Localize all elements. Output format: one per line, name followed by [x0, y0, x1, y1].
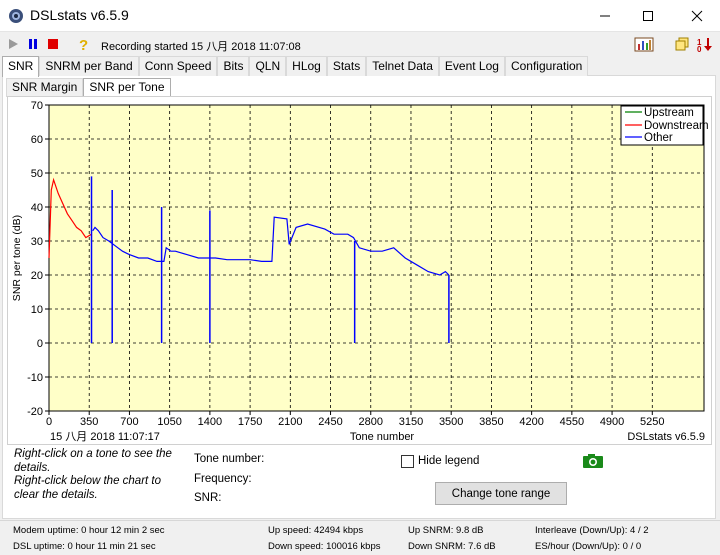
snr-label: SNR:	[194, 492, 222, 504]
tab-configuration[interactable]: Configuration	[504, 56, 589, 76]
x-tick-label: 1400	[198, 416, 222, 428]
main-tabs: SNR SNRM per Band Conn Speed Bits QLN HL…	[2, 56, 589, 77]
restore-icon[interactable]	[674, 36, 690, 52]
x-ticks: 0 350 700 1050 1400 1750 2100 2450 2800 3150 3500 3…	[46, 411, 665, 428]
x-tick-label: 4900	[600, 416, 624, 428]
hide-legend-checkbox[interactable]	[401, 455, 414, 468]
y-tick-label: 10	[31, 304, 43, 316]
minimize-icon	[600, 15, 610, 17]
legend: Upstream Downstream Other	[620, 105, 709, 146]
stop-icon[interactable]	[45, 36, 61, 52]
y-tick-label: 20	[31, 270, 43, 282]
y-tick-label: -20	[27, 406, 43, 418]
sub-tabs: SNR Margin SNR per Tone	[6, 78, 171, 98]
status-bar: Modem uptime: 0 hour 12 min 2 sec DSL up…	[0, 520, 720, 555]
close-button[interactable]	[674, 0, 720, 32]
tab-telnet-data[interactable]: Telnet Data	[366, 56, 439, 76]
x-tick-label: 350	[80, 416, 98, 428]
title-bar: DSLstats v6.5.9	[0, 0, 720, 32]
tab-bits[interactable]: Bits	[217, 56, 250, 76]
tone-number-label: Tone number:	[194, 453, 265, 465]
tab-conn-speed[interactable]: Conn Speed	[138, 56, 218, 76]
minimize-button[interactable]	[582, 0, 628, 32]
x-tick-label: 3500	[439, 416, 463, 428]
chart-icon[interactable]	[634, 36, 654, 52]
tab-snr-per-tone[interactable]: SNR per Tone	[83, 78, 171, 98]
legend-other: Other	[644, 132, 673, 144]
tab-event-log[interactable]: Event Log	[438, 56, 505, 76]
down-snrm: Down SNRM: 7.6 dB	[408, 541, 496, 552]
tab-snr-margin[interactable]: SNR Margin	[6, 78, 84, 97]
help-icon[interactable]: ?	[76, 36, 92, 52]
svg-text:0: 0	[697, 45, 702, 52]
legend-upstream: Upstream	[644, 107, 694, 119]
x-tick-label: 0	[46, 416, 52, 428]
y-tick-label: 30	[31, 236, 43, 248]
recording-status: Recording started 15 八月 2018 11:07:08	[101, 41, 301, 53]
sort-icon[interactable]: 10	[697, 36, 713, 52]
maximize-button[interactable]	[625, 0, 671, 32]
x-tick-label: 1750	[238, 416, 262, 428]
app-icon	[9, 9, 23, 23]
y-ticks: -20 -10 0 10 20 30 40 50 60 70	[27, 100, 49, 418]
chart-watermark: DSLstats v6.5.9	[627, 431, 705, 443]
tab-snr[interactable]: SNR	[2, 56, 40, 77]
svg-text:?: ?	[79, 37, 88, 52]
y-tick-label: 70	[31, 100, 43, 112]
x-tick-label: 3850	[479, 416, 503, 428]
snr-chart-container[interactable]: -20 -10 0 10 20 30 40 50 60 70 0 350 700 1050 1400 175…	[7, 96, 712, 445]
tab-hlog[interactable]: HLog	[286, 56, 327, 76]
hint-clear: Right-click below the chart to clear the…	[14, 475, 162, 501]
y-tick-label: -10	[27, 372, 43, 384]
close-icon	[691, 10, 703, 22]
change-tone-range-button[interactable]: Change tone range	[435, 482, 567, 505]
hint-tone: Right-click on a tone to see the details…	[14, 448, 172, 474]
y-axis-label: SNR per tone (dB)	[11, 215, 23, 301]
x-tick-label: 2800	[359, 416, 383, 428]
up-speed: Up speed: 42494 kbps	[268, 525, 364, 536]
legend-downstream: Downstream	[644, 120, 709, 132]
hide-legend-label[interactable]: Hide legend	[418, 455, 479, 467]
x-tick-label: 2450	[318, 416, 342, 428]
y-tick-label: 60	[31, 134, 43, 146]
play-icon[interactable]	[5, 36, 21, 52]
snr-chart[interactable]: -20 -10 0 10 20 30 40 50 60 70 0 350 700 1050 1400 175…	[8, 97, 711, 444]
y-tick-label: 50	[31, 168, 43, 180]
tab-stats[interactable]: Stats	[326, 56, 367, 76]
x-axis-label: Tone number	[350, 431, 415, 443]
maximize-icon	[643, 11, 653, 21]
x-tick-label: 700	[120, 416, 138, 428]
x-tick-label: 4550	[560, 416, 584, 428]
chart-hint: Right-click on a tone to see the details…	[14, 448, 184, 502]
x-tick-label: 4200	[519, 416, 543, 428]
tab-qln[interactable]: QLN	[249, 56, 287, 76]
x-tick-label: 1050	[157, 416, 181, 428]
pause-icon[interactable]	[25, 36, 41, 52]
es-per-hour: ES/hour (Down/Up): 0 / 0	[535, 541, 642, 552]
camera-icon[interactable]	[582, 453, 604, 469]
tab-snrm-per-band[interactable]: SNRM per Band	[39, 56, 139, 76]
y-tick-label: 0	[37, 338, 43, 350]
y-tick-label: 40	[31, 202, 43, 214]
frequency-label: Frequency:	[194, 473, 252, 485]
dsl-uptime: DSL uptime: 0 hour 11 min 21 sec	[13, 541, 156, 552]
window-title: DSLstats v6.5.9	[30, 7, 129, 23]
x-tick-label: 5250	[640, 416, 664, 428]
down-speed: Down speed: 100016 kbps	[268, 541, 381, 552]
up-snrm: Up SNRM: 9.8 dB	[408, 525, 484, 536]
interleave: Interleave (Down/Up): 4 / 2	[535, 525, 649, 536]
x-tick-label: 3150	[399, 416, 423, 428]
chart-timestamp: 15 八月 2018 11:07:17	[50, 431, 160, 443]
modem-uptime: Modem uptime: 0 hour 12 min 2 sec	[13, 525, 165, 536]
x-tick-label: 2100	[278, 416, 302, 428]
toolbar: ? Recording started 15 八月 2018 11:07:08 …	[0, 33, 720, 55]
